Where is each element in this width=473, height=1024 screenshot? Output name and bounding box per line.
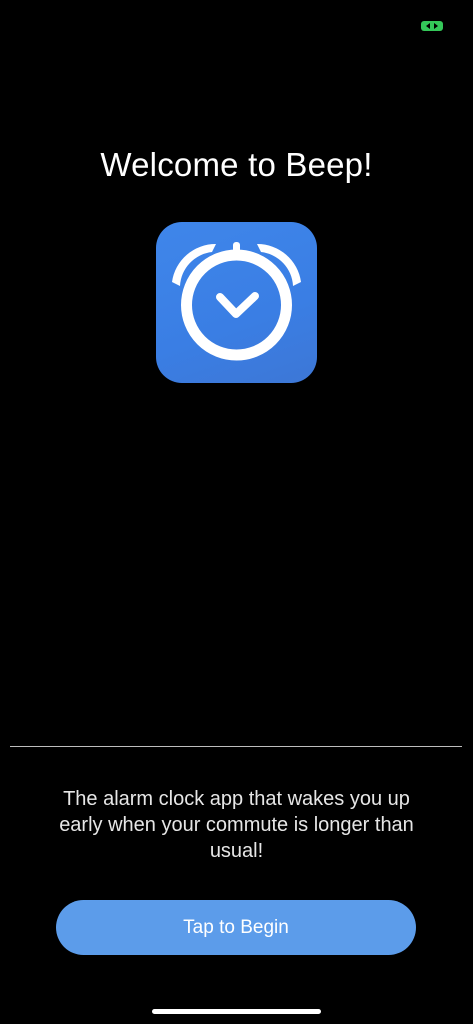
home-indicator[interactable] xyxy=(152,1009,321,1014)
welcome-screen: Welcome to Beep! The alarm clock app tha… xyxy=(0,0,473,1024)
tap-to-begin-button[interactable]: Tap to Begin xyxy=(56,900,416,955)
tagline-text: The alarm clock app that wakes you up ea… xyxy=(59,788,414,862)
app-logo xyxy=(156,222,317,383)
divider xyxy=(10,746,462,747)
page-title: Welcome to Beep! xyxy=(100,146,373,183)
screen-recording-indicator-icon xyxy=(420,19,444,33)
alarm-clock-icon xyxy=(172,242,301,361)
